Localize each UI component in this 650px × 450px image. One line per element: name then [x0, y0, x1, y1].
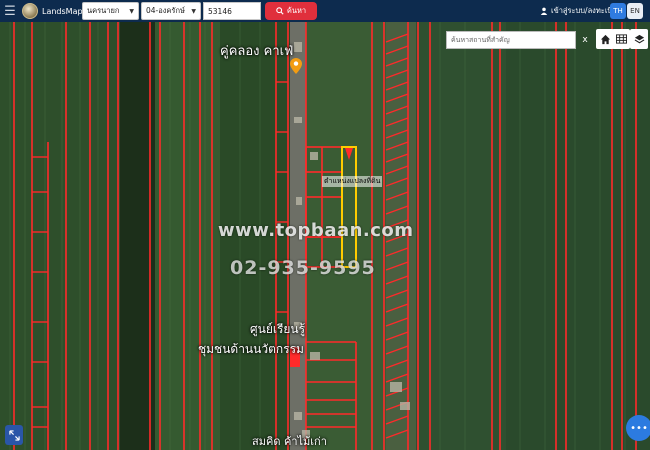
user-icon	[540, 7, 548, 15]
brand-name: LandsMaps	[42, 6, 87, 16]
chat-button[interactable]: •••	[626, 415, 650, 441]
search-icon	[276, 7, 284, 15]
logo	[22, 3, 38, 19]
poi-label-wood-shop: สมคิด ค้าไม้เก่า	[252, 435, 327, 448]
district-select-value: 04-องครักษ์	[146, 6, 185, 15]
grid-icon	[615, 34, 627, 44]
lang-en-button[interactable]: EN	[627, 3, 643, 19]
watermark-url: www.topbaan.com	[218, 220, 414, 241]
lang-th-button[interactable]: TH	[610, 3, 626, 19]
menu-button[interactable]: ☰	[0, 0, 20, 22]
search-button-label: ค้นหา	[286, 6, 307, 15]
poi-label-khlong-cafe: คู่คลอง คาเฟ่	[220, 44, 294, 59]
district-select[interactable]: 04-องครักษ์ ▼	[141, 2, 201, 20]
poi-label-learning-center-line2: ชุมชนด้านนวัตกรรม	[198, 342, 304, 356]
grid-button[interactable]	[612, 29, 630, 49]
expand-button[interactable]	[5, 425, 23, 445]
expand-icon	[8, 429, 20, 441]
clear-search-button[interactable]: x	[578, 31, 592, 49]
layers-icon	[634, 34, 644, 43]
chevron-down-icon: ▼	[129, 7, 134, 15]
search-button[interactable]: ค้นหา	[265, 2, 317, 20]
province-select-value: นครนายก	[87, 6, 120, 15]
chevron-down-icon: ▼	[191, 7, 196, 15]
top-bar: ☰ LandsMaps นครนายก ▼ 04-องครักษ์ ▼ 5314…	[0, 0, 650, 22]
parcel-number-input[interactable]: 53146	[203, 2, 261, 20]
layers-button[interactable]	[630, 29, 648, 49]
home-icon	[600, 34, 610, 44]
watermark-phone: 02-935-9595	[230, 257, 376, 279]
chat-icon: •••	[630, 422, 648, 434]
place-search-input[interactable]: ค้นหาสถานที่สำคัญ	[446, 31, 576, 49]
province-select[interactable]: นครนายก ▼	[82, 2, 139, 20]
selected-parcel-label: ตำแหน่งแปลงที่ดิน	[322, 176, 383, 187]
hamburger-icon: ☰	[4, 3, 16, 19]
poi-label-learning-center-line1: ศูนย์เรียนรู้	[250, 322, 306, 336]
